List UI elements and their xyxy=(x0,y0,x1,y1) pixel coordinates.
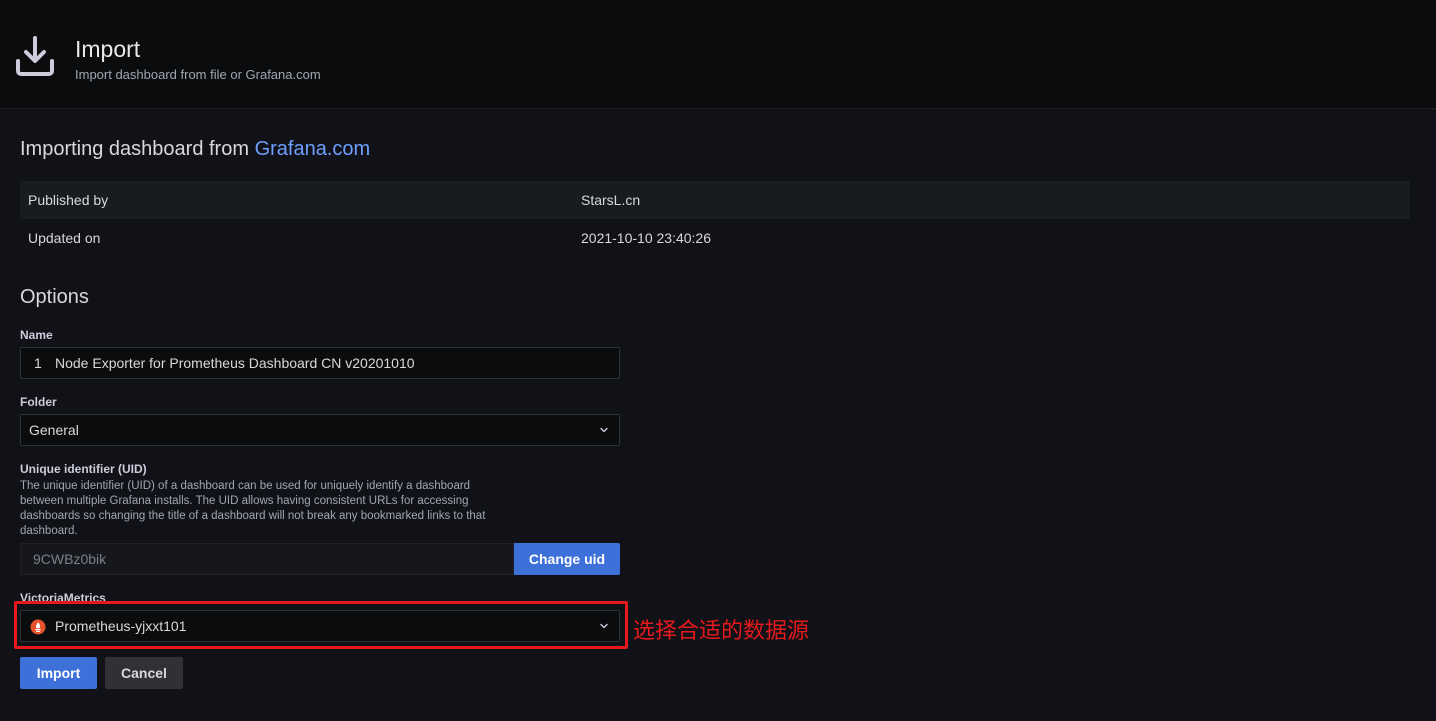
name-value: Node Exporter for Prometheus Dashboard C… xyxy=(55,355,415,371)
change-uid-button[interactable]: Change uid xyxy=(514,543,620,575)
folder-select[interactable]: General xyxy=(20,414,620,446)
page-title: Import xyxy=(75,36,141,62)
page-subtitle: Import dashboard from file or Grafana.co… xyxy=(75,67,321,82)
annotation-text: 选择合适的数据源 xyxy=(633,619,810,644)
updated-on-value: 2021-10-10 23:40:26 xyxy=(581,230,711,246)
download-icon xyxy=(16,36,54,76)
folder-label: Folder xyxy=(20,395,57,409)
import-source-prefix: Importing dashboard from xyxy=(20,138,255,160)
import-source-heading: Importing dashboard from Grafana.com xyxy=(20,138,370,161)
chevron-down-icon xyxy=(600,427,608,433)
options-heading: Options xyxy=(20,286,89,308)
grafana-com-link[interactable]: Grafana.com xyxy=(255,138,371,160)
name-input[interactable]: 1 Node Exporter for Prometheus Dashboard… xyxy=(20,347,620,379)
page-header: Import Import dashboard from file or Gra… xyxy=(0,0,1436,109)
cancel-button[interactable]: Cancel xyxy=(105,657,183,689)
uid-input: 9CWBz0bik xyxy=(20,543,514,575)
updated-on-row: Updated on 2021-10-10 23:40:26 xyxy=(20,219,1410,257)
updated-on-label: Updated on xyxy=(28,230,101,246)
annotation-highlight-box xyxy=(14,601,628,649)
published-by-row: Published by StarsL.cn xyxy=(20,181,1410,219)
name-prefix: 1 xyxy=(34,355,42,371)
uid-label: Unique identifier (UID) xyxy=(20,462,147,476)
name-label: Name xyxy=(20,328,53,342)
import-button[interactable]: Import xyxy=(20,657,97,689)
uid-value: 9CWBz0bik xyxy=(33,551,107,567)
folder-value: General xyxy=(29,422,79,438)
published-by-value: StarsL.cn xyxy=(581,192,641,208)
published-by-label: Published by xyxy=(28,192,109,208)
uid-description: The unique identifier (UID) of a dashboa… xyxy=(20,480,486,537)
